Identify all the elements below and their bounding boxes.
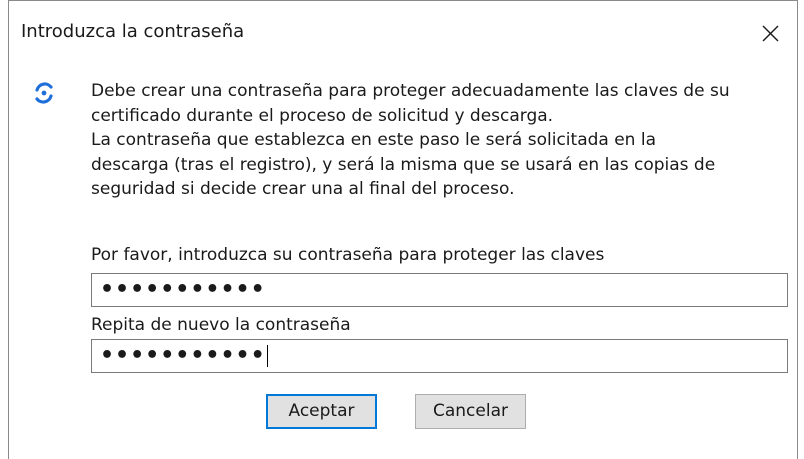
text-caret bbox=[266, 345, 268, 367]
close-icon bbox=[762, 25, 779, 42]
dialog-titlebar: Introduzca la contraseña bbox=[9, 1, 797, 65]
confirm-password-value: ••••••••••• bbox=[100, 343, 266, 368]
confirm-password-label: Repita de nuevo la contraseña bbox=[91, 315, 351, 335]
message-line: Debe crear una contraseña para proteger … bbox=[91, 81, 730, 101]
dialog-message: Debe crear una contraseña para proteger … bbox=[91, 79, 791, 202]
password-dialog: Introduzca la contraseña Debe crear una … bbox=[8, 0, 798, 459]
cancel-button[interactable]: Cancelar bbox=[415, 394, 526, 429]
password-field[interactable]: ••••••••••• bbox=[91, 273, 788, 307]
message-line: certificado durante el proceso de solici… bbox=[91, 105, 554, 126]
dialog-title: Introduzca la contraseña bbox=[21, 21, 245, 42]
password-value: ••••••••••• bbox=[100, 277, 266, 302]
certificate-app-icon bbox=[35, 82, 53, 104]
accept-button[interactable]: Aceptar bbox=[266, 394, 377, 429]
message-line: La contraseña que establezca en este pas… bbox=[91, 130, 657, 150]
confirm-password-field[interactable]: ••••••••••• bbox=[91, 339, 788, 373]
message-line: descarga (tras el registro), y será la m… bbox=[91, 154, 716, 175]
close-button[interactable] bbox=[745, 1, 797, 65]
message-line: seguridad si decide crear una al final d… bbox=[91, 179, 515, 199]
password-label: Por favor, introduzca su contraseña para… bbox=[91, 245, 605, 265]
